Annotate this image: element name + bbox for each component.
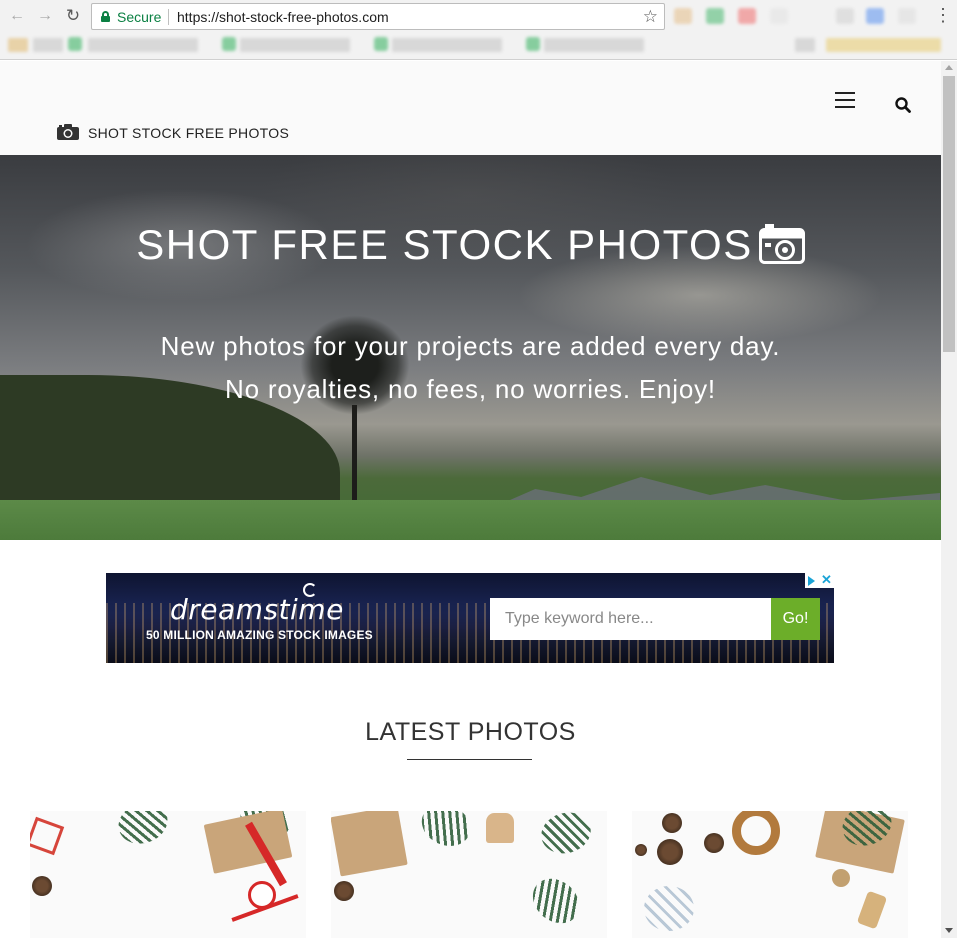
reload-button[interactable]: ↻ [63,6,83,26]
latest-photos-title: LATEST PHOTOS [365,718,576,746]
section-divider [407,759,532,760]
site-header: SHOT STOCK FREE PHOTOS [0,61,941,155]
bookmark-item[interactable] [544,38,644,52]
ad-search-input[interactable]: Type keyword here... [490,598,771,640]
bookmark-item[interactable] [826,38,941,52]
extension-icon[interactable] [706,8,724,24]
photo-card[interactable] [331,811,607,938]
bookmark-icon [222,37,236,51]
bookmark-icon [68,37,82,51]
photo-card[interactable] [30,811,306,938]
address-separator [168,9,169,25]
bookmark-item[interactable] [33,38,63,52]
extension-icon[interactable] [836,8,854,24]
star-icon[interactable]: ☆ [643,7,658,27]
ad-tagline: 50 MILLION AMAZING STOCK IMAGES [146,628,373,642]
camera-icon[interactable] [57,124,79,140]
bookmark-item[interactable] [8,38,28,52]
hero-title-text: SHOT FREE STOCK PHOTOS [136,221,753,268]
hamburger-icon[interactable] [835,92,855,108]
dreamstime-ad-banner[interactable]: dreamstime 50 MILLION AMAZING STOCK IMAG… [106,573,834,663]
photo-card[interactable] [632,811,908,938]
extension-icon[interactable] [674,8,692,24]
extension-icon[interactable] [738,8,756,24]
extension-icon[interactable] [770,8,788,24]
search-icon[interactable] [895,97,911,113]
scroll-down-arrow-icon[interactable] [945,928,953,933]
adchoices-icon[interactable]: ✕ [805,573,834,588]
bookmark-item[interactable] [88,38,198,52]
scroll-up-arrow-icon[interactable] [945,65,953,70]
lock-icon [101,11,110,22]
vertical-dots-icon[interactable]: ⋮ [934,4,952,26]
address-bar[interactable]: Secure https://shot-stock-free-photos.co… [91,3,665,30]
site-logo-text[interactable]: SHOT STOCK FREE PHOTOS [88,125,289,141]
scrollbar-thumb[interactable] [943,76,955,352]
back-button[interactable]: ← [7,6,27,26]
hero-subtitle: New photos for your projects are added e… [0,325,941,411]
hero-banner: SHOT FREE STOCK PHOTOS New photos for yo… [0,155,941,540]
bookmark-icon [374,37,388,51]
hero-subtitle-line2: No royalties, no fees, no worries. Enjoy… [225,374,716,404]
extension-icon[interactable] [866,8,884,24]
hero-subtitle-line1: New photos for your projects are added e… [160,331,781,361]
ad-brand-logo[interactable]: dreamstime [170,593,344,626]
bookmark-item[interactable] [392,38,502,52]
hero-tree-trunk [352,405,357,500]
browser-toolbar: ← → ↻ Secure https://shot-stock-free-pho… [0,0,957,60]
ad-swirl-icon [303,583,317,597]
hero-field [0,500,941,540]
bookmark-item[interactable] [795,38,815,52]
hero-title: SHOT FREE STOCK PHOTOS [0,221,941,269]
forward-button[interactable]: → [35,6,55,26]
secure-label: Secure [117,9,162,25]
bookmark-icon [526,37,540,51]
bookmark-item[interactable] [240,38,350,52]
extension-icon[interactable] [898,8,916,24]
web-page: SHOT STOCK FREE PHOTOS SHOT FREE STOCK P… [0,61,941,938]
url-text[interactable]: https://shot-stock-free-photos.com [177,9,389,25]
ad-go-button[interactable]: Go! [771,598,820,640]
camera-icon [758,223,805,264]
